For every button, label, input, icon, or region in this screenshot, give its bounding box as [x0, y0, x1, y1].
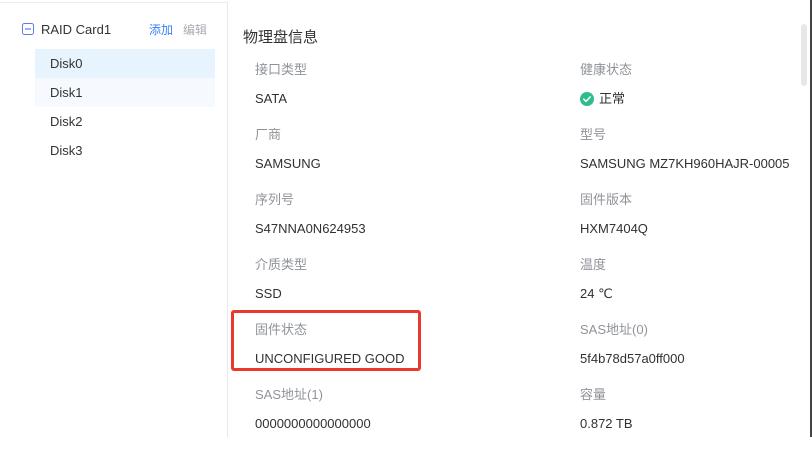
panel-title: 物理盘信息: [243, 26, 810, 47]
scrollbar-thumb[interactable]: [801, 24, 807, 86]
check-circle-icon: [580, 92, 594, 106]
field-label: 序列号: [255, 191, 580, 209]
field-value: SSD: [255, 285, 580, 303]
field-value: HXM7404Q: [580, 220, 810, 238]
field-value: SAMSUNG: [255, 155, 580, 173]
edit-link[interactable]: 编辑: [183, 21, 207, 38]
field-label: 固件状态: [255, 321, 580, 339]
field-value: 24 ℃: [580, 285, 810, 303]
field-label: 固件版本: [580, 191, 810, 209]
field-value: 0000000000000000: [255, 415, 580, 433]
disk-item-disk1[interactable]: Disk1: [35, 78, 215, 107]
field-temperature: 温度 24 ℃: [580, 256, 810, 303]
field-capacity: 容量 0.872 TB: [580, 386, 810, 433]
physical-disk-info-panel: 物理盘信息 接口类型 SATA 健康状态 正常 厂商 SAMSUNG 型号 SA…: [228, 0, 810, 437]
field-label: SAS地址(0): [580, 321, 810, 339]
field-label: 介质类型: [255, 256, 580, 274]
field-media-type: 介质类型 SSD: [255, 256, 580, 303]
field-serial-number: 序列号 S47NNA0N624953: [255, 191, 580, 238]
field-label: 健康状态: [580, 61, 810, 79]
collapse-minus-icon[interactable]: [22, 23, 34, 35]
field-value: SAMSUNG MZ7KH960HAJR-00005: [580, 155, 810, 173]
disk-list: Disk0 Disk1 Disk2 Disk3: [0, 49, 227, 165]
field-firmware-version: 固件版本 HXM7404Q: [580, 191, 810, 238]
disk-item-disk3[interactable]: Disk3: [35, 136, 215, 165]
field-label: SAS地址(1): [255, 386, 580, 404]
fields-grid: 接口类型 SATA 健康状态 正常 厂商 SAMSUNG 型号 SAMSUNG …: [255, 61, 810, 451]
tree-node-raid-card1[interactable]: RAID Card1 添加 编辑: [0, 11, 227, 47]
field-value: 5f4b78d57a0ff000: [580, 350, 810, 368]
disk-item-disk0[interactable]: Disk0: [35, 49, 215, 78]
field-label: 接口类型: [255, 61, 580, 79]
field-value: S47NNA0N624953: [255, 220, 580, 238]
field-firmware-state: 固件状态 UNCONFIGURED GOOD: [255, 321, 580, 368]
field-sas-address-1: SAS地址(1) 0000000000000000: [255, 386, 580, 433]
field-value: UNCONFIGURED GOOD: [255, 350, 580, 368]
field-interface-type: 接口类型 SATA: [255, 61, 580, 108]
field-value: 0.872 TB: [580, 415, 810, 433]
field-health-status: 健康状态 正常: [580, 61, 810, 108]
field-label: 型号: [580, 126, 810, 144]
field-vendor: 厂商 SAMSUNG: [255, 126, 580, 173]
disk-item-disk2[interactable]: Disk2: [35, 107, 215, 136]
field-label: 温度: [580, 256, 810, 274]
field-sas-address-0: SAS地址(0) 5f4b78d57a0ff000: [580, 321, 810, 368]
field-value: SATA: [255, 90, 580, 108]
field-label: 厂商: [255, 126, 580, 144]
add-link[interactable]: 添加: [149, 21, 173, 38]
raid-tree-sidebar: RAID Card1 添加 编辑 Disk0 Disk1 Disk2 Disk3: [0, 3, 227, 437]
field-label: 容量: [580, 386, 810, 404]
field-value: 正常: [580, 90, 810, 108]
tree-node-label: RAID Card1: [41, 22, 149, 37]
health-status-text: 正常: [599, 90, 625, 108]
field-model: 型号 SAMSUNG MZ7KH960HAJR-00005: [580, 126, 810, 173]
